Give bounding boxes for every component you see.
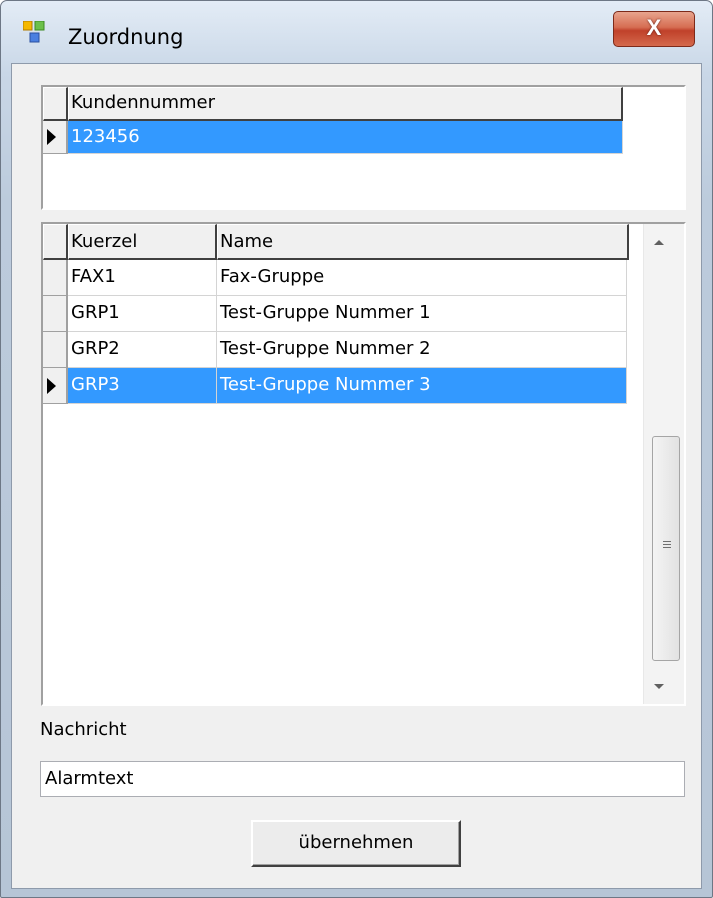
customer-grid[interactable]: Kundennummer 123456 [41,85,686,210]
table-cell-name[interactable]: Test-Gruppe Nummer 2 [217,332,627,368]
current-row-arrow-icon [47,129,56,145]
table-cell-kuerzel[interactable]: GRP3 [68,368,217,404]
close-icon: X [646,15,662,40]
scrollbar-thumb[interactable] [652,436,680,661]
table-cell-kundennummer[interactable]: 123456 [68,121,623,154]
row-indicator[interactable] [43,296,68,332]
row-indicator[interactable] [43,368,68,404]
dialog-body: Kundennummer 123456 Kuerzel Name FAX1 Fa… [11,63,702,889]
table-cell-kuerzel[interactable]: FAX1 [68,260,217,296]
apply-button[interactable]: übernehmen [251,820,461,867]
message-label: Nachricht [40,719,127,740]
table-cell-kuerzel[interactable]: GRP1 [68,296,217,332]
row-indicator[interactable] [43,121,68,154]
vertical-scrollbar[interactable] [643,224,684,704]
window: Zuordnung X Kundennummer 123456 Kuerzel … [0,0,713,898]
grid-corner [43,224,68,260]
window-title: Zuordnung [68,25,184,49]
grid-corner [43,87,68,121]
group-grid[interactable]: Kuerzel Name FAX1 Fax-Gruppe GRP1 Test-G… [41,222,686,706]
table-cell-kuerzel[interactable]: GRP2 [68,332,217,368]
title-bar[interactable]: Zuordnung X [1,1,712,63]
column-header-name[interactable]: Name [217,224,629,260]
column-header-kundennummer[interactable]: Kundennummer [68,87,623,121]
grip-icon [663,541,671,549]
app-icon [22,20,45,43]
column-header-kuerzel[interactable]: Kuerzel [68,224,217,260]
table-cell-name[interactable]: Test-Gruppe Nummer 1 [217,296,627,332]
row-indicator[interactable] [43,332,68,368]
table-cell-name[interactable]: Test-Gruppe Nummer 3 [217,368,627,404]
message-input[interactable]: Alarmtext [40,761,685,797]
scroll-down-arrow-icon[interactable] [654,684,664,689]
table-cell-name[interactable]: Fax-Gruppe [217,260,627,296]
scroll-up-arrow-icon[interactable] [654,240,664,245]
row-indicator[interactable] [43,260,68,296]
close-button[interactable]: X [613,11,695,47]
current-row-arrow-icon [47,378,56,394]
